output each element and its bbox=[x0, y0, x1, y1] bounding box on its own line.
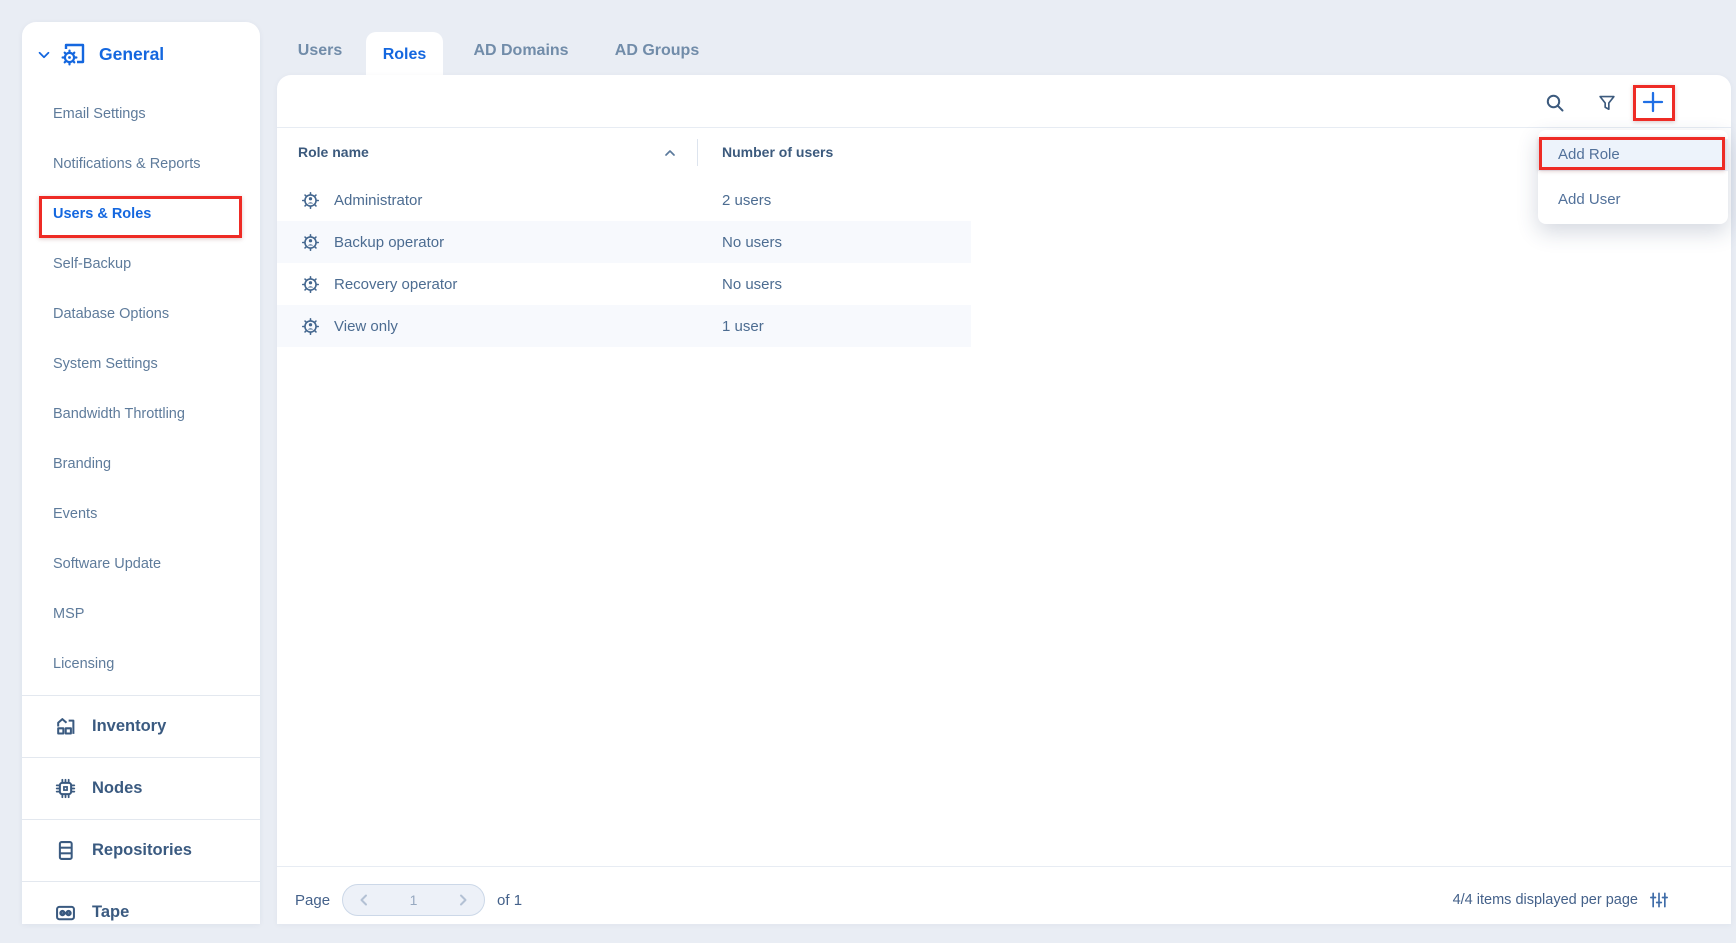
sidebar-item-bandwidth-throttling[interactable]: Bandwidth Throttling bbox=[22, 389, 260, 439]
footer-divider bbox=[277, 866, 1731, 867]
roles-table: Administrator 2 users Backup operator No… bbox=[277, 179, 971, 347]
tab-roles[interactable]: Roles bbox=[366, 32, 443, 78]
role-icon bbox=[301, 233, 320, 252]
chevron-right-icon[interactable] bbox=[456, 893, 470, 907]
sidebar-group-general-label: General bbox=[99, 44, 164, 65]
table-row-view-only[interactable]: View only 1 user bbox=[277, 305, 971, 347]
tab-ad-domains[interactable]: AD Domains bbox=[473, 42, 568, 60]
general-gear-icon bbox=[58, 39, 88, 69]
sidebar-item-users-roles[interactable]: Users & Roles bbox=[22, 189, 260, 239]
role-name: Backup operator bbox=[334, 234, 444, 251]
role-icon bbox=[301, 317, 320, 336]
sidebar-item-software-update[interactable]: Software Update bbox=[22, 539, 260, 589]
role-icon bbox=[301, 191, 320, 210]
sidebar-item-events[interactable]: Events bbox=[22, 489, 260, 539]
filter-icon[interactable] bbox=[1596, 92, 1618, 114]
sidebar-group-general[interactable]: General bbox=[22, 22, 260, 86]
sort-asc-icon[interactable] bbox=[663, 147, 677, 159]
column-header-number-of-users[interactable]: Number of users bbox=[722, 144, 833, 160]
page-selector: 1 bbox=[342, 884, 485, 916]
sidebar-sections: Inventory Nodes bbox=[22, 695, 260, 943]
settings-sidebar: General Email Settings Notifications & R… bbox=[22, 22, 260, 924]
sidebar-section-label: Nodes bbox=[92, 779, 142, 798]
tab-roles-label: Roles bbox=[383, 46, 427, 64]
items-per-page: 4/4 items displayed per page bbox=[1453, 883, 1669, 917]
current-page-input[interactable]: 1 bbox=[410, 892, 418, 908]
sidebar-section-repositories[interactable]: Repositories bbox=[22, 819, 260, 881]
sidebar-item-database-options[interactable]: Database Options bbox=[22, 289, 260, 339]
table-row-recovery-operator[interactable]: Recovery operator No users bbox=[277, 263, 971, 305]
add-icon[interactable] bbox=[1639, 88, 1667, 116]
sidebar-item-branding[interactable]: Branding bbox=[22, 439, 260, 489]
page-label: Page bbox=[295, 892, 330, 909]
sidebar-item-msp[interactable]: MSP bbox=[22, 589, 260, 639]
role-user-count: 1 user bbox=[722, 318, 764, 335]
settings-page: General Email Settings Notifications & R… bbox=[0, 0, 1736, 924]
inventory-icon bbox=[52, 713, 79, 740]
tape-icon bbox=[52, 899, 79, 926]
role-user-count: No users bbox=[722, 276, 782, 293]
nodes-icon bbox=[52, 775, 79, 802]
page-size-settings-icon[interactable] bbox=[1649, 890, 1669, 910]
sidebar-section-inventory[interactable]: Inventory bbox=[22, 695, 260, 757]
page-of-label: of 1 bbox=[497, 892, 522, 909]
table-row-administrator[interactable]: Administrator 2 users bbox=[277, 179, 971, 221]
tab-users[interactable]: Users bbox=[298, 42, 342, 60]
search-icon[interactable] bbox=[1543, 91, 1567, 115]
role-name: Administrator bbox=[334, 192, 422, 209]
sidebar-item-email-settings[interactable]: Email Settings bbox=[22, 89, 260, 139]
chevron-down-icon[interactable] bbox=[36, 47, 52, 63]
sidebar-section-tape[interactable]: Tape bbox=[22, 881, 260, 943]
chevron-left-icon[interactable] bbox=[357, 893, 371, 907]
sidebar-item-notifications-reports[interactable]: Notifications & Reports bbox=[22, 139, 260, 189]
sidebar-section-label: Inventory bbox=[92, 717, 166, 736]
role-user-count: 2 users bbox=[722, 192, 771, 209]
roles-panel: Role name Number of users Administrator … bbox=[277, 75, 1731, 924]
sidebar-item-licensing[interactable]: Licensing bbox=[22, 639, 260, 689]
sidebar-section-label: Tape bbox=[92, 903, 129, 922]
add-dropdown-menu: Add Role Add User bbox=[1538, 130, 1728, 224]
tab-ad-groups[interactable]: AD Groups bbox=[615, 42, 699, 60]
role-user-count: No users bbox=[722, 234, 782, 251]
role-name: Recovery operator bbox=[334, 276, 457, 293]
role-icon bbox=[301, 275, 320, 294]
menu-item-add-role[interactable]: Add Role bbox=[1538, 139, 1728, 171]
sidebar-section-nodes[interactable]: Nodes bbox=[22, 757, 260, 819]
toolbar-divider bbox=[277, 127, 1731, 128]
table-row-backup-operator[interactable]: Backup operator No users bbox=[277, 221, 971, 263]
role-name: View only bbox=[334, 318, 398, 335]
sidebar-section-label: Repositories bbox=[92, 841, 192, 860]
menu-item-add-user[interactable]: Add User bbox=[1538, 184, 1728, 216]
repositories-icon bbox=[52, 837, 79, 864]
sidebar-general-items: Email Settings Notifications & Reports U… bbox=[22, 89, 260, 689]
sidebar-item-system-settings[interactable]: System Settings bbox=[22, 339, 260, 389]
pagination: Page 1 of 1 bbox=[295, 883, 522, 917]
column-header-role-name[interactable]: Role name bbox=[298, 144, 369, 160]
sidebar-item-self-backup[interactable]: Self-Backup bbox=[22, 239, 260, 289]
column-divider bbox=[697, 139, 698, 166]
items-per-page-label: 4/4 items displayed per page bbox=[1453, 892, 1638, 908]
